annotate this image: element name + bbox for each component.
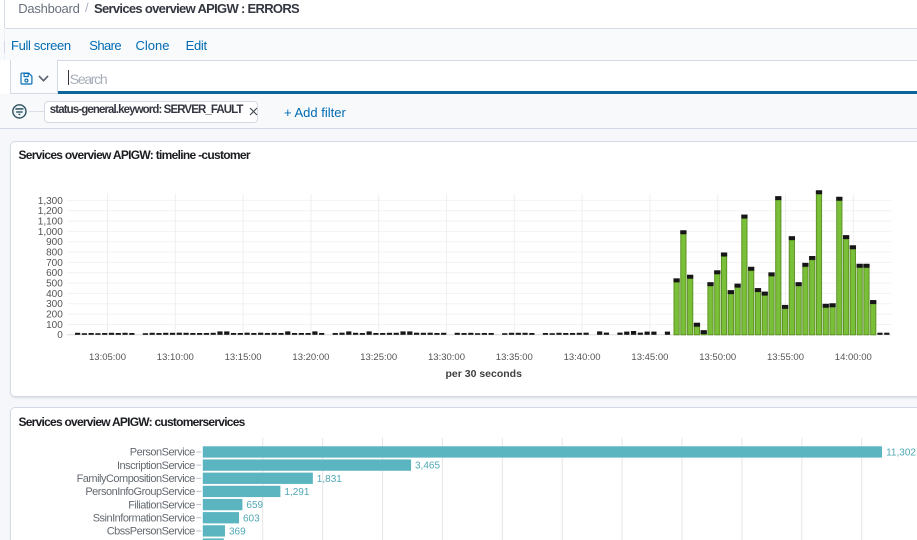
svg-text:13:55:00: 13:55:00 bbox=[767, 352, 804, 363]
svg-text:SsinInformationService: SsinInformationService bbox=[93, 513, 195, 525]
svg-text:400: 400 bbox=[46, 288, 63, 299]
svg-text:13:40:00: 13:40:00 bbox=[564, 352, 601, 363]
svg-text:per 30 seconds: per 30 seconds bbox=[445, 368, 522, 380]
svg-text:13:10:00: 13:10:00 bbox=[157, 352, 194, 363]
svg-text:13:35:00: 13:35:00 bbox=[496, 352, 533, 363]
svg-text:1,000: 1,000 bbox=[38, 226, 63, 237]
svg-text:FamilyCompositionService: FamilyCompositionService bbox=[77, 473, 196, 485]
svg-text:600: 600 bbox=[46, 268, 63, 279]
svg-text:13:50:00: 13:50:00 bbox=[699, 352, 736, 363]
svg-text:InscriptionService: InscriptionService bbox=[117, 460, 195, 472]
svg-text:100: 100 bbox=[46, 319, 63, 330]
svg-text:13:05:00: 13:05:00 bbox=[89, 352, 126, 363]
svg-text:13:20:00: 13:20:00 bbox=[292, 352, 329, 363]
svg-text:FiliationService: FiliationService bbox=[128, 499, 195, 511]
svg-text:800: 800 bbox=[46, 247, 63, 258]
svg-text:13:15:00: 13:15:00 bbox=[225, 352, 262, 363]
svg-text:CbssPersonService: CbssPersonService bbox=[107, 526, 195, 538]
svg-text:1,300: 1,300 bbox=[38, 195, 63, 206]
svg-text:700: 700 bbox=[46, 257, 63, 268]
svg-text:1,291: 1,291 bbox=[284, 487, 309, 498]
svg-text:1,831: 1,831 bbox=[317, 474, 342, 485]
svg-text:603: 603 bbox=[243, 513, 260, 524]
svg-text:13:30:00: 13:30:00 bbox=[428, 352, 465, 363]
svg-text:659: 659 bbox=[246, 500, 263, 511]
svg-text:13:25:00: 13:25:00 bbox=[360, 352, 397, 363]
svg-text:0: 0 bbox=[57, 330, 63, 341]
svg-text:500: 500 bbox=[46, 278, 63, 289]
svg-text:PersonService: PersonService bbox=[130, 447, 195, 459]
svg-text:14:00:00: 14:00:00 bbox=[835, 352, 872, 363]
svg-text:3,465: 3,465 bbox=[415, 461, 440, 472]
svg-text:1,100: 1,100 bbox=[38, 216, 63, 227]
svg-text:PersonInfoGroupService: PersonInfoGroupService bbox=[85, 486, 195, 498]
svg-text:369: 369 bbox=[229, 526, 246, 537]
svg-text:13:45:00: 13:45:00 bbox=[631, 352, 668, 363]
svg-text:900: 900 bbox=[46, 237, 63, 248]
svg-text:200: 200 bbox=[46, 309, 63, 320]
svg-text:11,302: 11,302 bbox=[886, 448, 916, 459]
svg-text:1,200: 1,200 bbox=[38, 206, 63, 217]
svg-text:300: 300 bbox=[46, 299, 63, 310]
